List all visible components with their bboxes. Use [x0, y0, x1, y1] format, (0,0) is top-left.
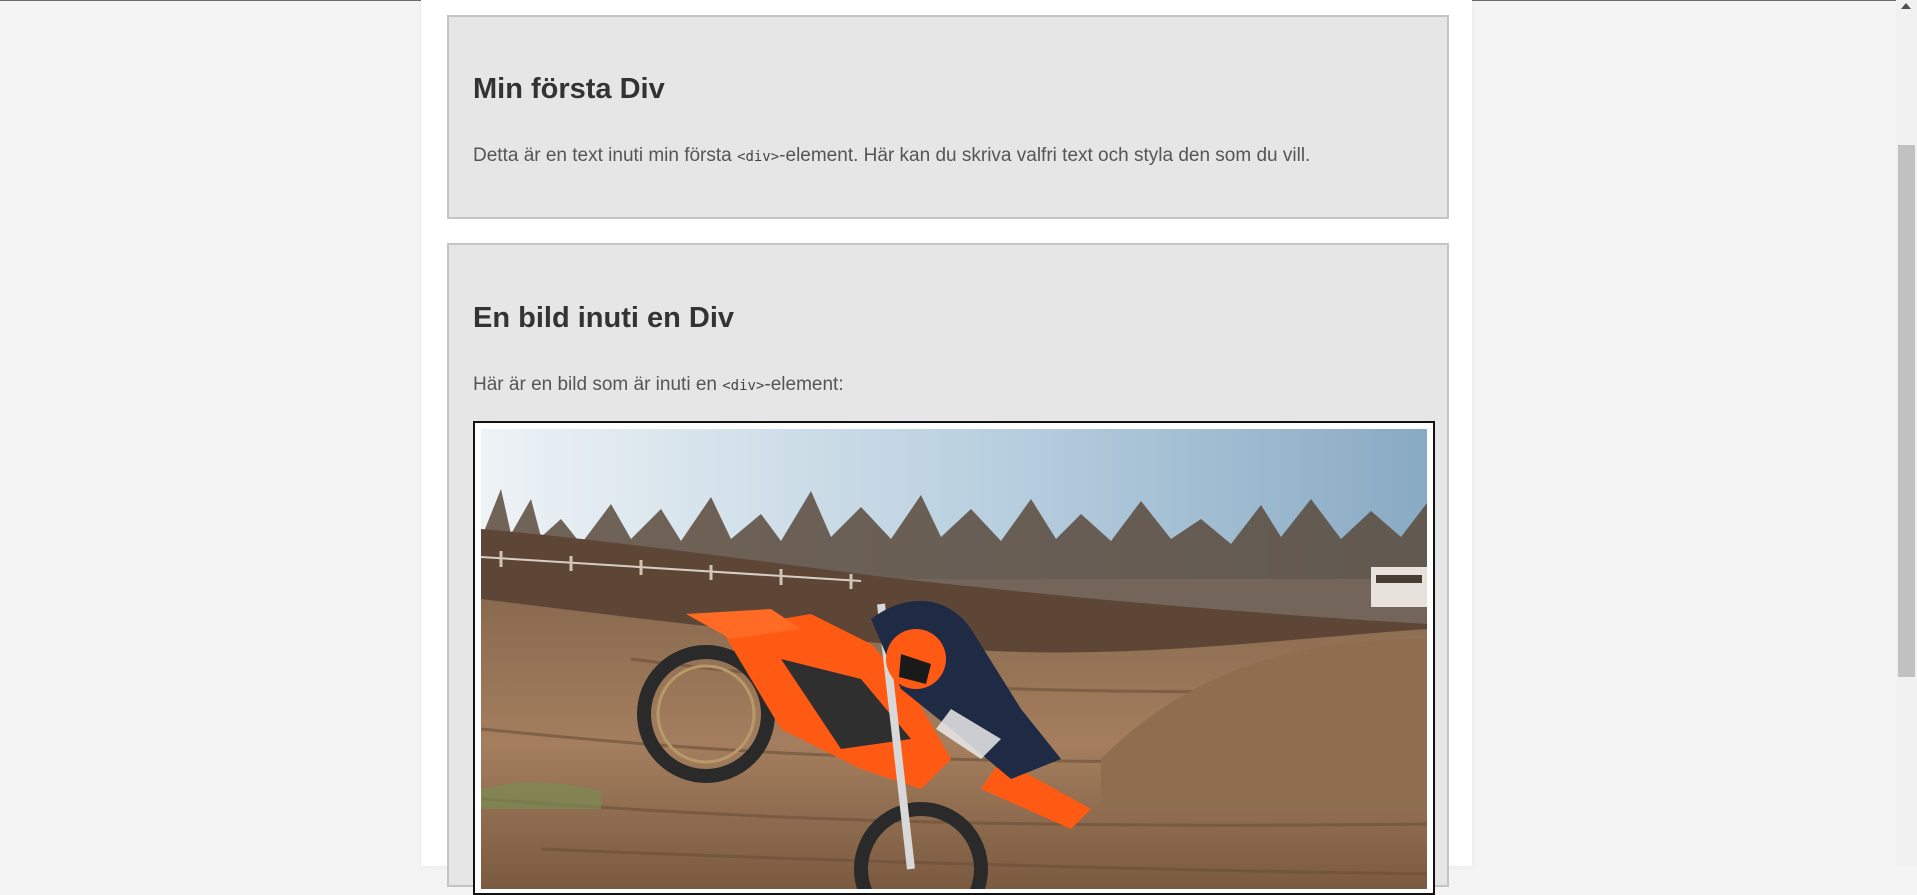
paragraph-text: Detta är en text inuti min första	[473, 145, 738, 166]
scrollbar-thumb[interactable]	[1898, 145, 1915, 677]
paragraph-text-end: -element:	[764, 374, 844, 395]
first-div-paragraph: Detta är en text inuti min första <div>-…	[473, 145, 1310, 167]
scroll-up-arrow-icon[interactable]	[1901, 3, 1911, 9]
motocross-photo	[481, 429, 1427, 889]
image-frame	[473, 421, 1435, 895]
image-div-paragraph: Här är en bild som är inuti en <div>-ele…	[473, 374, 844, 396]
paragraph-text: Här är en bild som är inuti en	[473, 374, 723, 395]
first-div-box: Min första Div Detta är en text inuti mi…	[447, 15, 1449, 219]
first-div-heading: Min första Div	[473, 73, 665, 105]
vertical-scrollbar[interactable]	[1896, 0, 1917, 866]
div-code: <div>	[737, 149, 780, 165]
content-container: Min första Div Detta är en text inuti mi…	[421, 0, 1472, 895]
image-div-box: En bild inuti en Div Här är en bild som …	[447, 243, 1449, 895]
div-code: <div>	[722, 378, 765, 394]
paragraph-text-end: -element. Här kan du skriva valfri text …	[779, 145, 1311, 166]
image-div-heading: En bild inuti en Div	[473, 302, 734, 334]
